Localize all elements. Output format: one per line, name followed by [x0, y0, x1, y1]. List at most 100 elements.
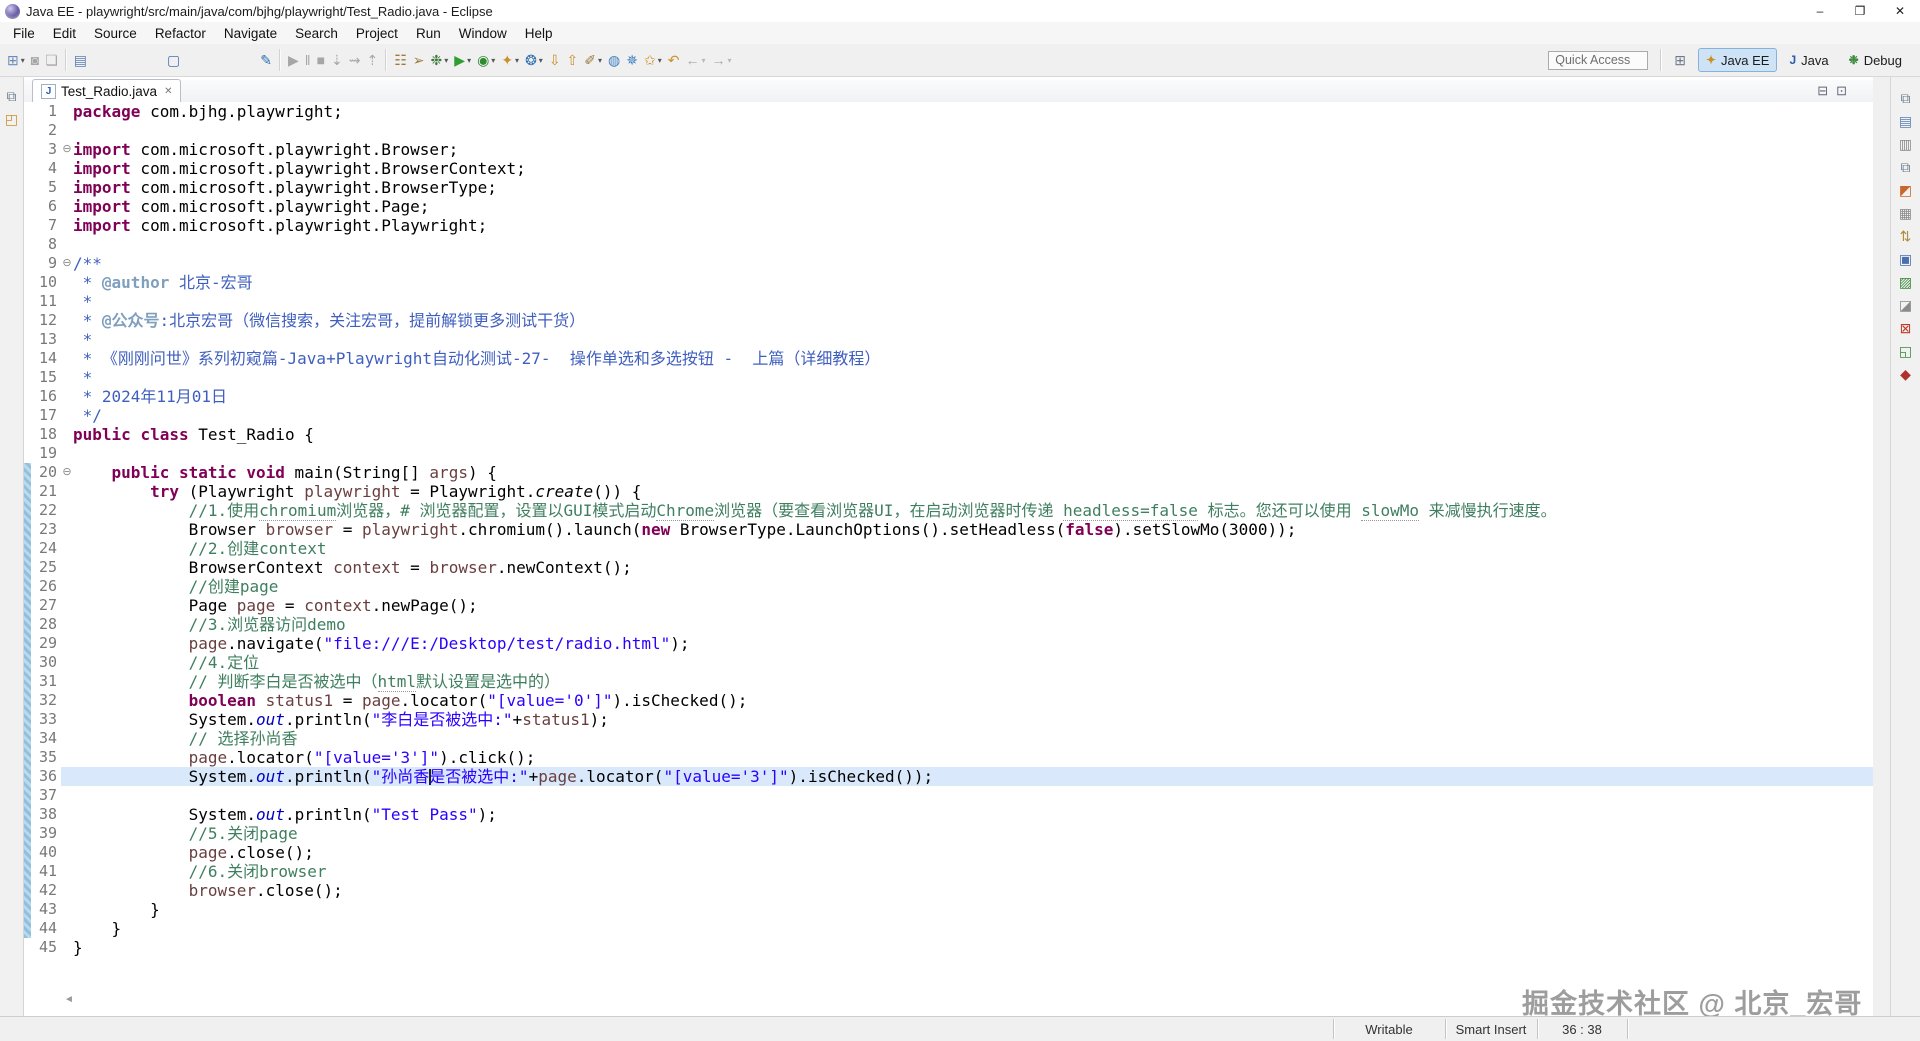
java-search-icon[interactable]: ✐▾	[581, 48, 605, 72]
restore-left-view-icon[interactable]: ⧉	[1, 85, 23, 108]
line-number[interactable]: 33	[31, 710, 61, 729]
line-number[interactable]: 16	[31, 387, 61, 406]
window-minimize-button[interactable]: –	[1800, 0, 1840, 22]
line-number[interactable]: 36	[31, 767, 61, 786]
external-tools-icon[interactable]: ➢	[410, 48, 428, 72]
package-explorer-icon[interactable]: ◰	[1, 108, 23, 131]
project-explorer-view-icon[interactable]: ◆	[1895, 363, 1917, 386]
line-number[interactable]: 39	[31, 824, 61, 843]
resume-icon[interactable]: ▶	[285, 48, 302, 72]
open-perspective-icon[interactable]: ⊞	[1670, 52, 1694, 69]
debug-icon[interactable]: ❉▾	[428, 48, 452, 72]
fold-marker[interactable]: ⊖	[61, 140, 73, 159]
palette-view-icon[interactable]: ▨	[1895, 271, 1917, 294]
line-number[interactable]: 10	[31, 273, 61, 292]
dropdown-arrow-icon[interactable]: ▾	[491, 56, 495, 65]
tab-test-radio-java[interactable]: J Test_Radio.java ✕	[32, 79, 181, 103]
window-close-button[interactable]: ✕	[1880, 0, 1920, 22]
line-number[interactable]: 1	[31, 102, 61, 121]
snippets-view-icon[interactable]: ◪	[1895, 294, 1917, 317]
menu-window[interactable]: Window	[450, 24, 516, 43]
line-number[interactable]: 45	[31, 938, 61, 957]
dropdown-arrow-icon[interactable]: ▾	[467, 56, 471, 65]
perspective-debug[interactable]: ❉Debug	[1841, 49, 1910, 71]
dropdown-arrow-icon[interactable]: ▾	[539, 56, 543, 65]
line-number[interactable]: 40	[31, 843, 61, 862]
dropdown-arrow-icon[interactable]: ▾	[444, 56, 448, 65]
line-number[interactable]: 41	[31, 862, 61, 881]
window-maximize-button[interactable]: ❐	[1840, 0, 1880, 22]
task-list-view-icon[interactable]: ◩	[1895, 179, 1917, 202]
line-number[interactable]: 5	[31, 178, 61, 197]
line-number[interactable]: 3	[31, 140, 61, 159]
line-number[interactable]: 31	[31, 672, 61, 691]
line-number[interactable]: 38	[31, 805, 61, 824]
save-all-icon[interactable]: ❏	[42, 48, 61, 72]
run-history-icon[interactable]: ☷	[391, 48, 410, 72]
save-icon[interactable]: ◙	[28, 48, 42, 72]
binary-file-icon[interactable]: ▤	[71, 48, 90, 72]
menu-source[interactable]: Source	[85, 24, 146, 43]
maximize-editor-button[interactable]: ⊡	[1832, 83, 1851, 99]
back-icon[interactable]: ←▾	[682, 48, 708, 72]
coverage-icon[interactable]: ◉▾	[474, 48, 498, 72]
perspective-java-ee[interactable]: ✦Java EE	[1698, 48, 1777, 72]
console-view-icon[interactable]: ▣	[1895, 248, 1917, 271]
perspective-java[interactable]: JJava	[1781, 49, 1836, 71]
properties-view-icon[interactable]: ▦	[1895, 202, 1917, 225]
code-editor[interactable]: 1package com.bjhg.playwright;23⊖import c…	[24, 102, 1873, 1016]
menu-refactor[interactable]: Refactor	[146, 24, 215, 43]
line-number[interactable]: 7	[31, 216, 61, 235]
line-number[interactable]: 14	[31, 349, 61, 368]
dropdown-arrow-icon[interactable]: ▾	[701, 56, 705, 65]
filters-view-icon[interactable]: ⇅	[1895, 225, 1917, 248]
line-number[interactable]: 44	[31, 919, 61, 938]
display-config-icon[interactable]: ▢	[164, 48, 183, 72]
dropdown-arrow-icon[interactable]: ▾	[658, 56, 662, 65]
import-resource-icon[interactable]: ⇩	[546, 48, 564, 72]
terminate-icon[interactable]: ■	[314, 48, 328, 72]
dropdown-arrow-icon[interactable]: ▾	[21, 56, 25, 65]
menu-search[interactable]: Search	[286, 24, 347, 43]
line-number[interactable]: 21	[31, 482, 61, 501]
line-number[interactable]: 29	[31, 634, 61, 653]
menu-project[interactable]: Project	[347, 24, 407, 43]
menu-file[interactable]: File	[4, 24, 44, 43]
line-number[interactable]: 11	[31, 292, 61, 311]
web-browser-icon[interactable]: ◍	[605, 48, 623, 72]
line-number[interactable]: 43	[31, 900, 61, 919]
line-number[interactable]: 37	[31, 786, 61, 805]
minimize-editor-button[interactable]: ⊟	[1813, 83, 1832, 99]
line-number[interactable]: 22	[31, 501, 61, 520]
line-number[interactable]: 28	[31, 615, 61, 634]
line-number[interactable]: 18	[31, 425, 61, 444]
restore-view-2-icon[interactable]: ⧉	[1895, 156, 1917, 179]
menu-run[interactable]: Run	[407, 24, 450, 43]
line-number[interactable]: 15	[31, 368, 61, 387]
forward-icon[interactable]: →▾	[708, 48, 734, 72]
fold-marker[interactable]: ⊖	[61, 254, 73, 273]
menu-help[interactable]: Help	[516, 24, 562, 43]
templates-view-icon[interactable]: ▥	[1895, 133, 1917, 156]
servers-view-icon[interactable]: ◱	[1895, 340, 1917, 363]
last-edit-location-icon[interactable]: ↶	[665, 48, 683, 72]
line-number[interactable]: 32	[31, 691, 61, 710]
step-over-icon[interactable]: ⇝	[346, 48, 364, 72]
new-wizard-icon[interactable]: ⊞▾	[4, 48, 28, 72]
line-number[interactable]: 27	[31, 596, 61, 615]
web-services-icon[interactable]: ✵	[623, 48, 641, 72]
suspend-icon[interactable]: ‖	[302, 48, 314, 72]
new-web-project-icon[interactable]: ❂▾	[522, 48, 546, 72]
line-number[interactable]: 9	[31, 254, 61, 273]
line-number[interactable]: 4	[31, 159, 61, 178]
line-number[interactable]: 12	[31, 311, 61, 330]
line-number[interactable]: 19	[31, 444, 61, 463]
fold-marker[interactable]: ⊖	[61, 463, 73, 482]
menu-edit[interactable]: Edit	[44, 24, 85, 43]
new-bookmark-icon[interactable]: ✩▾	[641, 48, 665, 72]
tab-close-icon[interactable]: ✕	[164, 86, 172, 97]
line-number[interactable]: 24	[31, 539, 61, 558]
step-return-icon[interactable]: ⇡	[364, 48, 382, 72]
line-number[interactable]: 30	[31, 653, 61, 672]
line-number[interactable]: 23	[31, 520, 61, 539]
